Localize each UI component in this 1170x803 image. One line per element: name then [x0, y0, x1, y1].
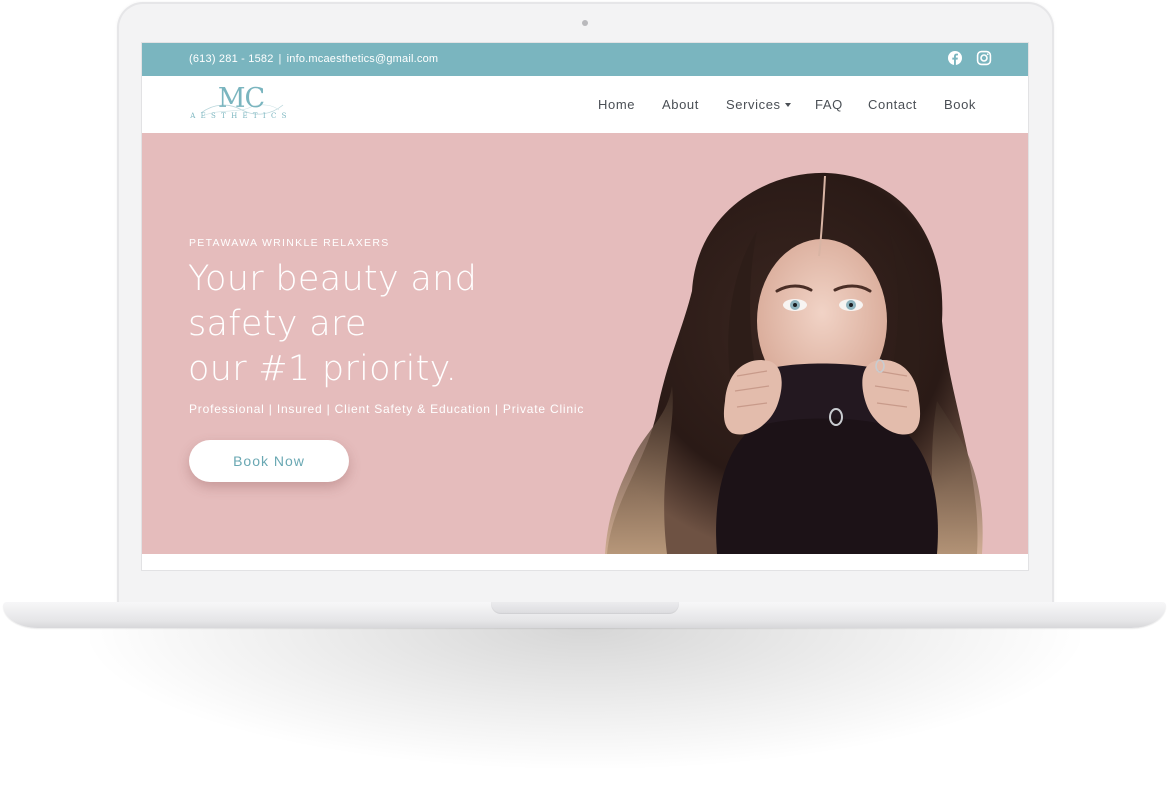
site-logo[interactable]: MC AESTHETICS [189, 83, 293, 125]
hero-portrait-image [605, 172, 983, 554]
book-now-button[interactable]: Book Now [189, 440, 349, 482]
logo-subtitle: AESTHETICS [190, 112, 292, 120]
instagram-icon[interactable] [976, 50, 992, 66]
nav-faq[interactable]: FAQ [815, 97, 843, 112]
laptop-notch [491, 602, 679, 614]
headline-line-3: our #1 priority. [188, 349, 458, 389]
email-link[interactable]: info.mcaesthetics@gmail.com [287, 53, 439, 65]
nav-services-label: Services [726, 97, 781, 112]
hero-headline: Your beauty and safety are our #1 priori… [188, 257, 608, 392]
caret-down-icon [784, 103, 791, 107]
laptop-shadow [90, 628, 1080, 768]
nav-services[interactable]: Services [726, 97, 791, 112]
main-navbar: MC AESTHETICS Home About Services FAQ Co… [142, 76, 1028, 133]
webcam-dot [582, 20, 588, 26]
nav-book[interactable]: Book [944, 97, 976, 112]
nav-contact[interactable]: Contact [868, 97, 917, 112]
headline-line-2: safety are [188, 304, 367, 344]
page-body-strip [142, 554, 1028, 570]
nav-home[interactable]: Home [598, 97, 635, 112]
contact-separator: | [278, 53, 282, 65]
hero-eyebrow: PETAWAWA WRINKLE RELAXERS [189, 237, 390, 249]
hero-subline: Professional | Insured | Client Safety &… [189, 402, 585, 416]
top-contact-bar: (613) 281 - 1582 | info.mcaesthetics@gmail… [142, 43, 1028, 76]
contact-info: (613) 281 - 1582 | info.mcaesthetics@gmail… [189, 53, 438, 65]
laptop-screen: (613) 281 - 1582 | info.mcaesthetics@gmail… [142, 43, 1028, 570]
headline-line-1: Your beauty and [188, 259, 478, 299]
hero-section: PETAWAWA WRINKLE RELAXERS Your beauty an… [142, 133, 1028, 554]
facebook-icon[interactable] [947, 50, 963, 66]
logo-initials: MC [217, 83, 265, 114]
nav-about[interactable]: About [662, 97, 699, 112]
phone-number[interactable]: (613) 281 - 1582 [189, 53, 274, 65]
